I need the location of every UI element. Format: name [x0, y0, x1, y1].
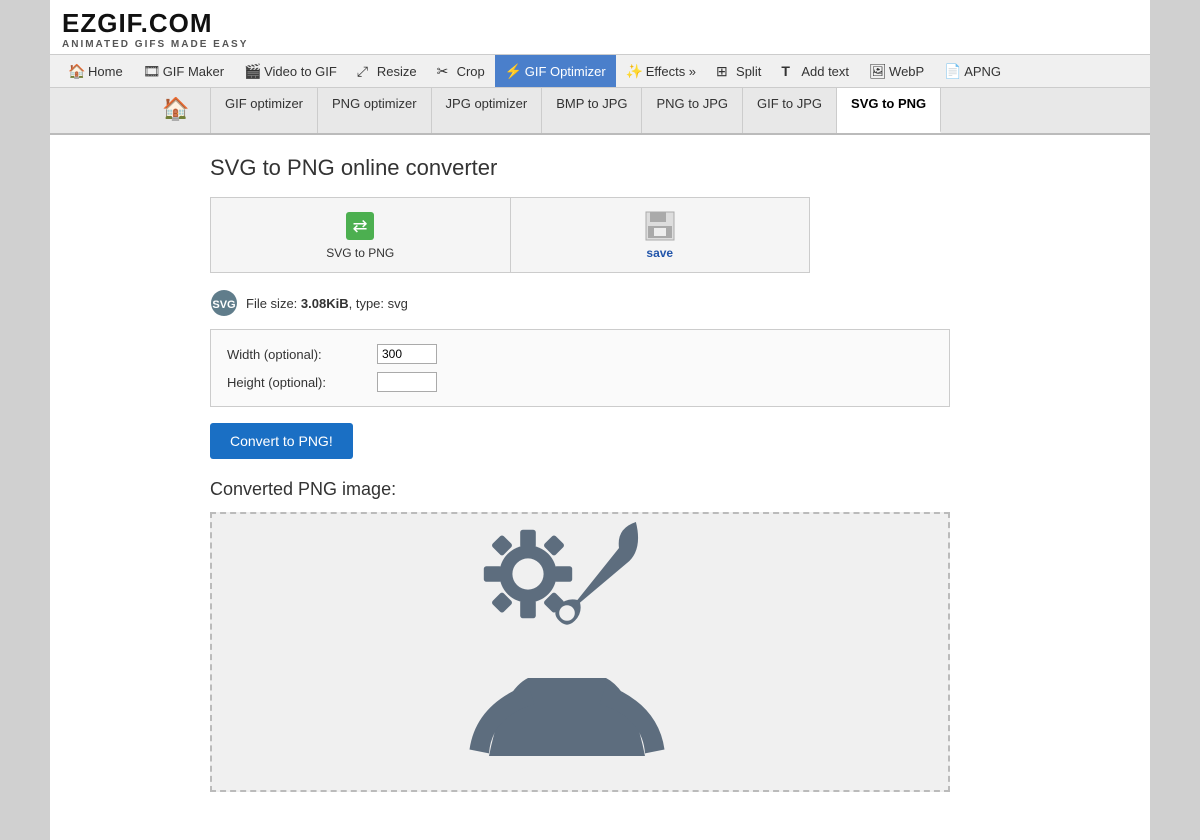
subnav-gif-optimizer[interactable]: GIF optimizer	[211, 88, 318, 133]
home-icon: 🏠	[68, 63, 84, 79]
home-subnav-icon: 🏠	[160, 94, 200, 124]
webp-icon: 🖼	[869, 63, 885, 79]
main-content: SVG to PNG online converter ⇄ SVG to PNG…	[50, 135, 1150, 812]
nav-apng[interactable]: 📄 APNG	[934, 55, 1011, 87]
subnav-gif-to-jpg[interactable]: GIF to JPG	[743, 88, 837, 133]
nav-gif-maker[interactable]: 🎞 GIF Maker	[133, 55, 234, 87]
nav-split-label: Split	[736, 64, 761, 79]
resize-icon: ⤢	[357, 63, 373, 79]
nav-gif-optimizer-label: GIF Optimizer	[525, 64, 606, 79]
nav-home[interactable]: 🏠 Home	[58, 55, 133, 87]
width-label: Width (optional):	[227, 347, 377, 362]
height-row: Height (optional):	[227, 372, 933, 392]
header: EZGIF.COM ANIMATED GIFS MADE EASY	[50, 0, 1150, 55]
options-box: Width (optional): Height (optional):	[210, 329, 950, 407]
nav-video-to-gif-label: Video to GIF	[264, 64, 337, 79]
subnav-png-to-jpg[interactable]: PNG to JPG	[642, 88, 743, 133]
nav-resize-label: Resize	[377, 64, 417, 79]
logo-name: EZGIF.COM	[62, 8, 1138, 39]
tool-bar: ⇄ SVG to PNG save	[210, 197, 810, 273]
file-type-icon: SVG	[210, 289, 238, 317]
nav-split[interactable]: ⊞ Split	[706, 55, 771, 87]
image-preview	[210, 512, 950, 792]
crop-icon: ✂	[437, 63, 453, 79]
subnav-jpg-optimizer[interactable]: JPG optimizer	[432, 88, 543, 133]
nav-gif-optimizer[interactable]: ⚡ GIF Optimizer	[495, 55, 616, 87]
add-text-icon: T	[781, 63, 797, 79]
save-label: save	[646, 246, 673, 260]
file-size-suffix: , type: svg	[349, 296, 408, 311]
optimizer-icon: ⚡	[505, 63, 521, 79]
nav-effects[interactable]: ✨ Effects »	[616, 55, 706, 87]
convert-button[interactable]: Convert to PNG!	[210, 423, 353, 459]
svg-text:⇄: ⇄	[353, 216, 368, 236]
save-icon	[644, 210, 676, 242]
nav-webp-label: WebP	[889, 64, 924, 79]
subnav-home[interactable]: 🏠	[150, 88, 211, 133]
width-row: Width (optional):	[227, 344, 933, 364]
upload-button[interactable]: ⇄ SVG to PNG	[211, 198, 511, 272]
height-label: Height (optional):	[227, 375, 377, 390]
height-input[interactable]	[377, 372, 437, 392]
upload-label: SVG to PNG	[326, 246, 394, 260]
split-icon: ⊞	[716, 63, 732, 79]
width-input[interactable]	[377, 344, 437, 364]
nav-add-text-label: Add text	[801, 64, 849, 79]
nav-home-label: Home	[88, 64, 123, 79]
apng-icon: 📄	[944, 63, 960, 79]
page-title: SVG to PNG online converter	[210, 155, 990, 181]
logo-tagline: ANIMATED GIFS MADE EASY	[62, 39, 1138, 50]
preview-svg-icon	[450, 522, 710, 782]
save-button[interactable]: save	[511, 198, 810, 272]
upload-icon: ⇄	[344, 210, 376, 242]
navbar: 🏠 Home 🎞 GIF Maker 🎬 Video to GIF ⤢ Resi…	[50, 55, 1150, 88]
nav-apng-label: APNG	[964, 64, 1001, 79]
nav-crop-label: Crop	[457, 64, 485, 79]
nav-effects-label: Effects »	[646, 64, 696, 79]
nav-crop[interactable]: ✂ Crop	[427, 55, 495, 87]
nav-gif-maker-label: GIF Maker	[163, 64, 224, 79]
video-icon: 🎬	[244, 63, 260, 79]
file-size-prefix: File size:	[246, 296, 301, 311]
file-info: SVG File size: 3.08KiB, type: svg	[210, 289, 990, 317]
gif-maker-icon: 🎞	[143, 63, 159, 79]
svg-text:SVG: SVG	[212, 299, 235, 311]
effects-icon: ✨	[626, 63, 642, 79]
svg-text:🏠: 🏠	[162, 96, 189, 121]
file-size-text: File size: 3.08KiB, type: svg	[246, 296, 408, 311]
nav-video-to-gif[interactable]: 🎬 Video to GIF	[234, 55, 347, 87]
converted-title: Converted PNG image:	[210, 479, 990, 500]
subnav-bmp-to-jpg[interactable]: BMP to JPG	[542, 88, 642, 133]
subnav-png-optimizer[interactable]: PNG optimizer	[318, 88, 432, 133]
nav-resize[interactable]: ⤢ Resize	[347, 55, 427, 87]
subnav-svg-to-png[interactable]: SVG to PNG	[837, 88, 941, 133]
file-size-value: 3.08KiB	[301, 296, 349, 311]
nav-add-text[interactable]: T Add text	[771, 55, 859, 87]
subnav: 🏠 GIF optimizer PNG optimizer JPG optimi…	[50, 88, 1150, 135]
nav-webp[interactable]: 🖼 WebP	[859, 55, 934, 87]
